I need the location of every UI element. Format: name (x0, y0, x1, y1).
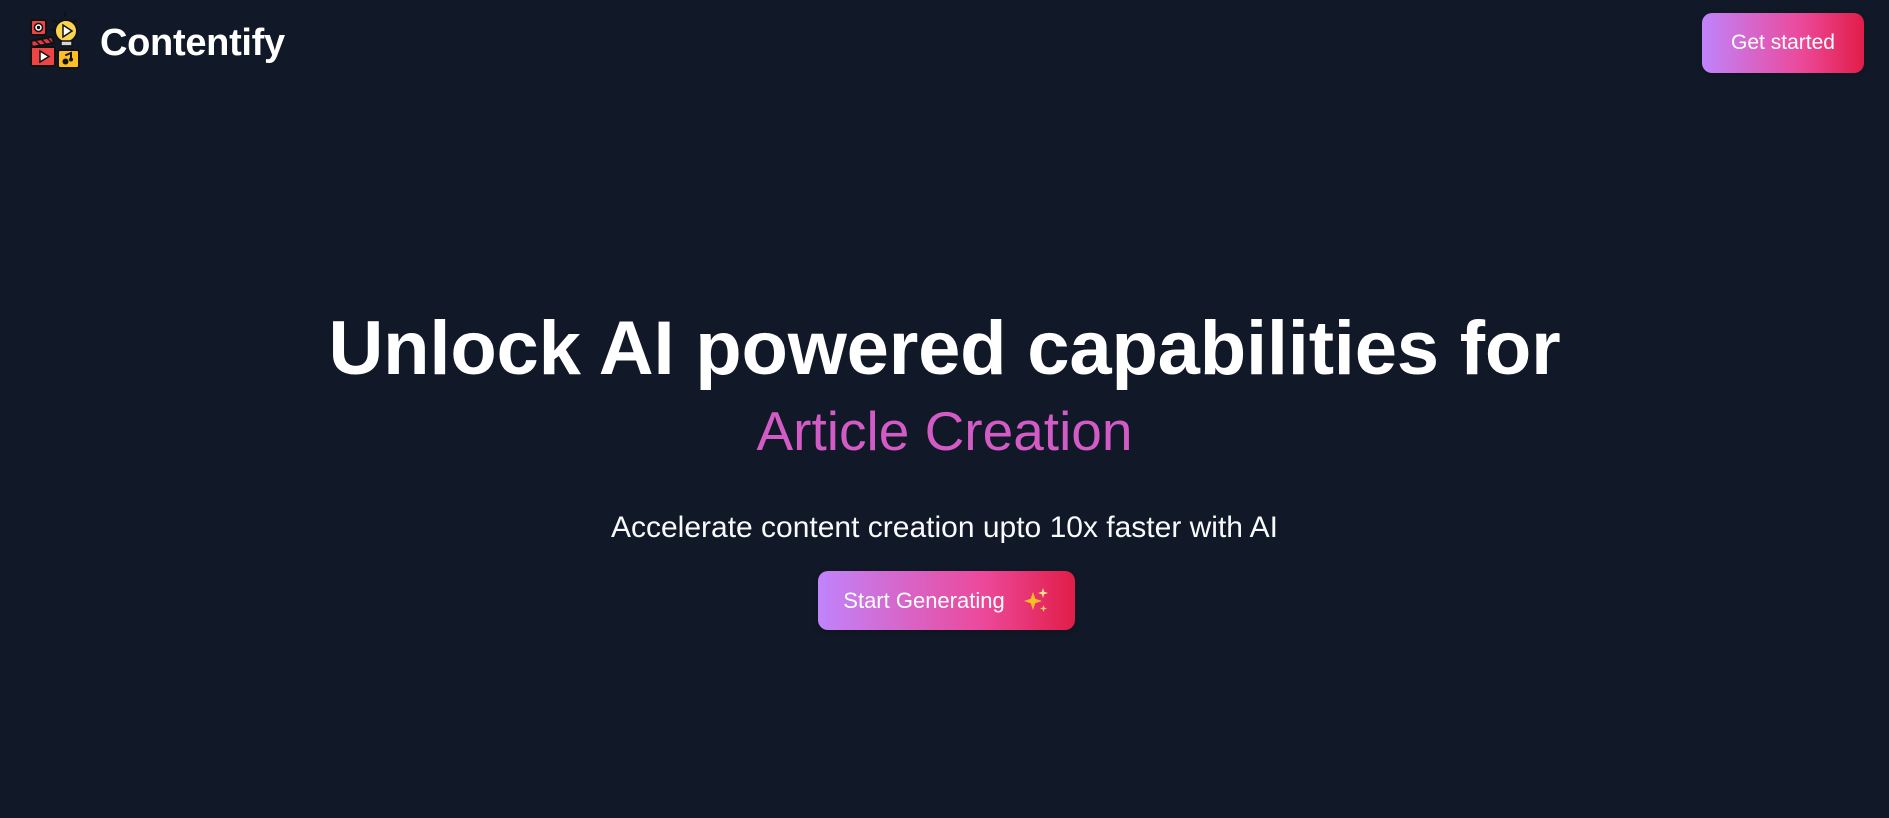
start-generating-label: Start Generating (843, 588, 1005, 613)
start-generating-button[interactable]: Start Generating (818, 571, 1075, 630)
hero-title: Unlock AI powered capabilities for (328, 306, 1561, 391)
sparkles-icon (1023, 588, 1048, 612)
hero-highlight: Article Creation (756, 400, 1133, 462)
hero-subtitle: Accelerate content creation upto 10x fas… (610, 511, 1279, 544)
hero-section: Unlock AI powered capabilities for Artic… (0, 0, 1889, 818)
